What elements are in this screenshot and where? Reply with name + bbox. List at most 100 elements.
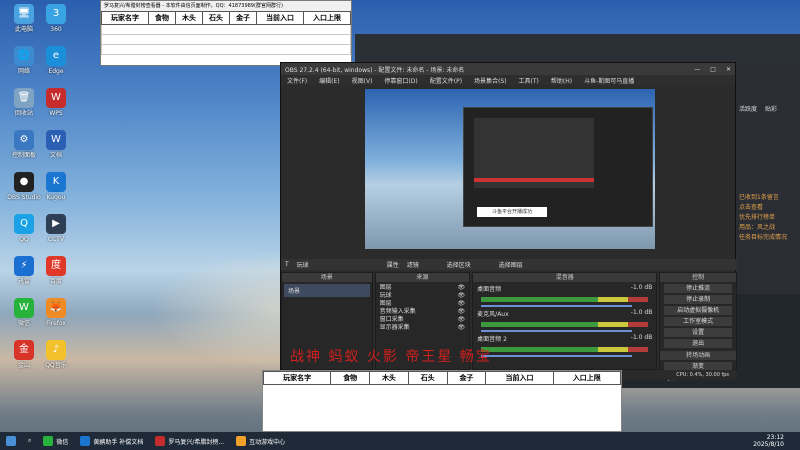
column-header[interactable]: 入口上限	[303, 11, 351, 25]
select-region-button[interactable]: 选择区块	[447, 260, 471, 269]
obs-title-bar: OBS 27.2.4 (64-bit, windows) - 配置文件: 未命名…	[281, 63, 735, 75]
desktop-icon[interactable]: W 文档	[36, 130, 76, 159]
control-button[interactable]: 停止推流	[664, 284, 732, 293]
minimize-icon[interactable]: —	[694, 66, 700, 73]
clock-time[interactable]: 23:12	[753, 434, 784, 441]
desktop-icon[interactable]: 🦊 Firefox	[36, 298, 76, 327]
taskbar-item[interactable]: 罗马复兴/希腊封榜...	[149, 432, 230, 450]
source-item[interactable]: 图层 👁	[380, 284, 466, 292]
desktop-icon-label: Firefox	[46, 320, 66, 327]
control-button[interactable]: 启动虚拟摄像机	[664, 306, 732, 315]
obs-preview[interactable]: 斗鱼平台开播成功	[365, 89, 655, 249]
ranking-window-bottom[interactable]: 玩家名字 食物 木头 石头 金子 当前入口 入口上限	[262, 370, 622, 432]
source-item[interactable]: 显示器采集 👁	[380, 324, 466, 332]
app-icon: K	[46, 172, 66, 192]
tab-activity[interactable]: 活跃度	[739, 104, 757, 113]
menu-item[interactable]: 斗鱼-斯图可马直播	[584, 76, 634, 85]
source-item[interactable]: 窗口采集 👁	[380, 316, 466, 324]
app-icon: ▶	[46, 214, 66, 234]
desktop-icon[interactable]: ♪ QQ音乐	[36, 340, 76, 369]
menu-item[interactable]: 停靠窗口(D)	[384, 76, 417, 85]
column-header[interactable]: 入口上限	[552, 371, 622, 385]
properties-button[interactable]: 属性	[387, 260, 399, 269]
obs-window[interactable]: OBS 27.2.4 (64-bit, windows) - 配置文件: 未命名…	[280, 62, 737, 382]
column-header[interactable]: 石头	[407, 371, 448, 385]
ranking-table-top: 玩家名字 食物 木头 石头 金子 当前入口 入口上限	[101, 11, 351, 55]
mixer-channel: 麦克风/Aux -1.0 dB	[473, 307, 656, 332]
column-header[interactable]: 金子	[446, 371, 487, 385]
menu-item[interactable]: 帮助(H)	[551, 76, 572, 85]
tab-stickers[interactable]: 贴彩	[765, 104, 777, 113]
filters-button[interactable]: 滤镜	[407, 260, 419, 269]
desktop-icon-label: 微信	[17, 320, 30, 327]
desktop-icon-label: WPS	[49, 110, 63, 117]
column-header[interactable]: 石头	[202, 11, 231, 25]
scenes-header: 场景	[282, 273, 372, 282]
menu-item[interactable]: 编辑(E)	[319, 76, 339, 85]
start-button[interactable]	[0, 432, 22, 450]
desktop-icon-label: 迅雷	[17, 278, 30, 285]
control-button[interactable]: 设置	[664, 328, 732, 337]
menu-item[interactable]: 文件(F)	[287, 76, 307, 85]
search-icon[interactable]: ⌕	[22, 432, 37, 450]
volume-slider[interactable]	[481, 355, 633, 357]
eye-icon[interactable]: 👁	[458, 284, 466, 292]
desktop-icon-label: Kugou	[46, 194, 66, 201]
eye-icon[interactable]: 👁	[458, 308, 466, 316]
mixer-channel: 桌面音频 2 -1.0 dB	[473, 332, 656, 357]
desktop-icon[interactable]: W WPS	[36, 88, 76, 117]
scene-item[interactable]: 场景	[284, 284, 370, 297]
source-item[interactable]: 音频输入采集 👁	[380, 308, 466, 316]
column-header[interactable]: 当前入口	[485, 371, 554, 385]
app-icon: ●	[14, 172, 34, 192]
app-icon: ⚡	[14, 256, 34, 276]
ranking-window[interactable]: 罗马复兴/希腊封榜查看器 - 本软件由信页面制作，QQ：41873989(群官网…	[100, 0, 352, 66]
taskbar-item[interactable]: 微信	[37, 432, 74, 450]
source-item[interactable]: 图层 👁	[380, 300, 466, 308]
control-button[interactable]: 工作室模式	[664, 317, 732, 326]
app-icon: ⚙	[14, 130, 34, 150]
taskbar-label: 微信	[56, 438, 69, 446]
column-header[interactable]: 金子	[229, 11, 258, 25]
desktop-icon[interactable]: e Edge	[36, 46, 76, 75]
taskbar-item[interactable]: 黄鹂助手 补偿文档	[74, 432, 149, 450]
taskbar: ⌕ 微信 黄鹂助手 补偿文档 罗马复兴/希腊封榜... 互动游戏中心 23:12 20…	[0, 432, 800, 450]
column-header[interactable]: 木头	[174, 11, 204, 25]
column-header[interactable]: 木头	[369, 371, 409, 385]
source-label: 窗口采集	[379, 316, 404, 323]
desktop-icon[interactable]: 3 360	[36, 4, 76, 33]
eye-icon[interactable]: 👁	[458, 292, 466, 300]
app-icon: 🌐	[14, 46, 34, 66]
mixer-channel: 桌面音频 -1.0 dB	[473, 282, 656, 307]
menu-item[interactable]: 工具(T)	[519, 76, 539, 85]
control-button[interactable]: 停止录制	[664, 295, 732, 304]
obs-menu-bar: 文件(F) 编辑(E) 视图(V) 停靠窗口(D) 配置文件(P) 场景集合(S) 工具(T…	[281, 75, 735, 85]
source-label: 玩球	[379, 292, 392, 299]
menu-item[interactable]: 场景集合(S)	[474, 76, 507, 85]
app-icon	[155, 436, 166, 446]
clock-date[interactable]: 2025/8/10	[753, 441, 784, 448]
column-header[interactable]: 玩家名字	[262, 371, 332, 385]
taskbar-item[interactable]: 互动游戏中心	[230, 432, 291, 450]
eye-icon[interactable]: 👁	[458, 324, 466, 332]
column-header[interactable]: 食物	[147, 11, 176, 25]
transitions-header: 转场动画	[660, 351, 736, 360]
panel-line: 优先排行榜单	[739, 214, 776, 221]
eye-icon[interactable]: 👁	[458, 300, 466, 308]
column-header[interactable]: 当前入口	[256, 11, 305, 25]
eye-icon[interactable]: 👁	[458, 316, 466, 324]
desktop-icon[interactable]: ▶ CCTV	[36, 214, 76, 243]
desktop-icon[interactable]: K Kugou	[36, 172, 76, 201]
app-icon: 🗑	[14, 88, 34, 108]
desktop-icon[interactable]: 度百度	[36, 256, 76, 285]
menu-item[interactable]: 配置文件(P)	[430, 76, 462, 85]
column-header[interactable]: 食物	[330, 371, 371, 385]
close-icon[interactable]: ✕	[726, 66, 731, 73]
right-panel: 活跃度 贴彩 已收到1条留言 点击查看 优先排行榜单 用品：风之战 任务目标完成情…	[735, 64, 800, 294]
menu-item[interactable]: 视图(V)	[352, 76, 373, 85]
maximize-icon[interactable]: □	[710, 66, 716, 73]
control-button[interactable]: 退出	[664, 339, 732, 348]
column-header[interactable]: 玩家名字	[101, 11, 149, 25]
source-item[interactable]: 玩球 👁	[380, 292, 466, 300]
select-layer-button[interactable]: 选择图层	[499, 260, 523, 269]
